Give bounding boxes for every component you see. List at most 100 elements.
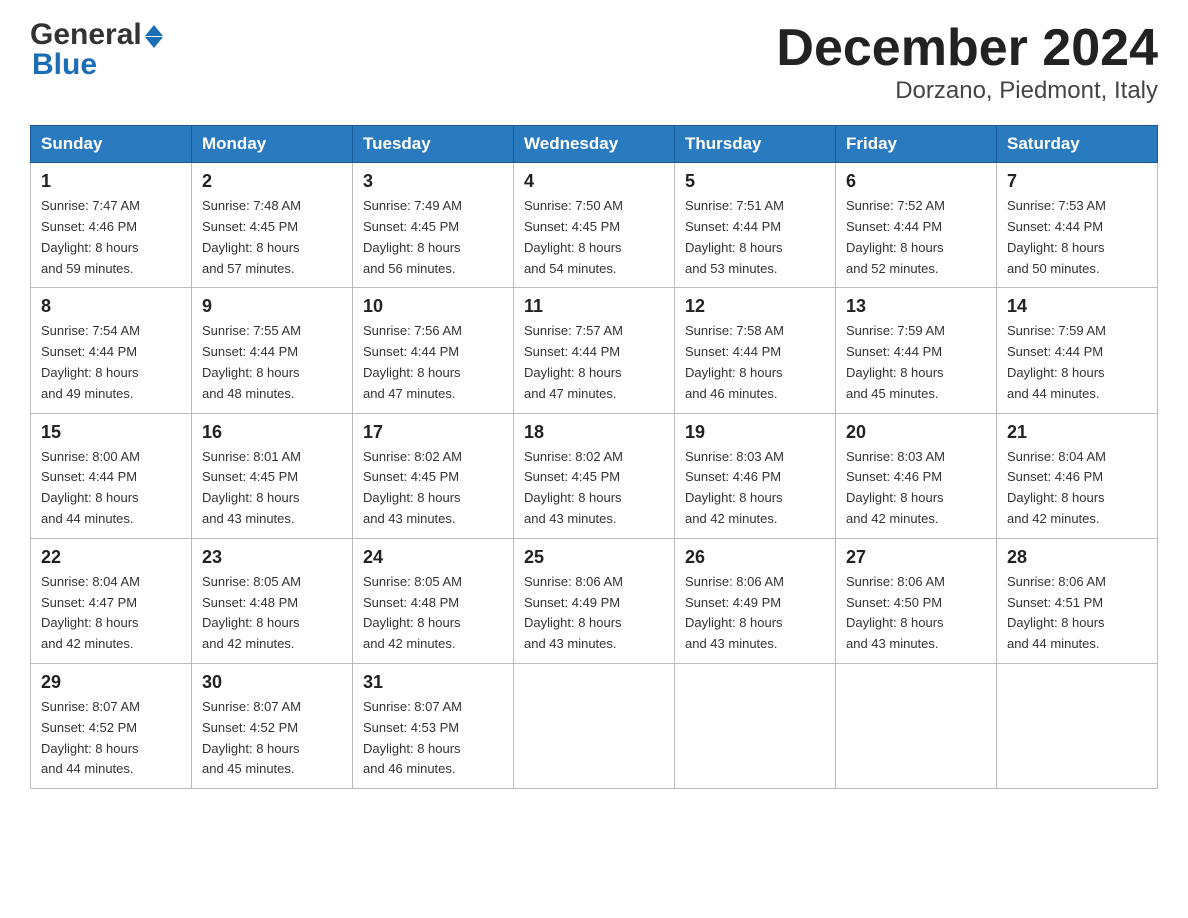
table-row bbox=[675, 663, 836, 788]
title-section: December 2024 Dorzano, Piedmont, Italy bbox=[776, 20, 1158, 105]
table-row: 24 Sunrise: 8:05 AM Sunset: 4:48 PM Dayl… bbox=[353, 538, 514, 663]
table-row: 15 Sunrise: 8:00 AM Sunset: 4:44 PM Dayl… bbox=[31, 413, 192, 538]
day-info: Sunrise: 7:49 AM Sunset: 4:45 PM Dayligh… bbox=[363, 196, 503, 279]
calendar-title: December 2024 bbox=[776, 20, 1158, 77]
table-row: 11 Sunrise: 7:57 AM Sunset: 4:44 PM Dayl… bbox=[514, 288, 675, 413]
day-info: Sunrise: 8:02 AM Sunset: 4:45 PM Dayligh… bbox=[524, 447, 664, 530]
table-row: 29 Sunrise: 8:07 AM Sunset: 4:52 PM Dayl… bbox=[31, 663, 192, 788]
day-number: 27 bbox=[846, 547, 986, 568]
day-info: Sunrise: 8:06 AM Sunset: 4:51 PM Dayligh… bbox=[1007, 572, 1147, 655]
calendar-week-row: 29 Sunrise: 8:07 AM Sunset: 4:52 PM Dayl… bbox=[31, 663, 1158, 788]
table-row: 26 Sunrise: 8:06 AM Sunset: 4:49 PM Dayl… bbox=[675, 538, 836, 663]
day-info: Sunrise: 8:05 AM Sunset: 4:48 PM Dayligh… bbox=[202, 572, 342, 655]
day-info: Sunrise: 8:00 AM Sunset: 4:44 PM Dayligh… bbox=[41, 447, 181, 530]
day-info: Sunrise: 7:51 AM Sunset: 4:44 PM Dayligh… bbox=[685, 196, 825, 279]
table-row bbox=[836, 663, 997, 788]
table-row: 7 Sunrise: 7:53 AM Sunset: 4:44 PM Dayli… bbox=[997, 163, 1158, 288]
table-row: 31 Sunrise: 8:07 AM Sunset: 4:53 PM Dayl… bbox=[353, 663, 514, 788]
day-info: Sunrise: 8:01 AM Sunset: 4:45 PM Dayligh… bbox=[202, 447, 342, 530]
day-number: 15 bbox=[41, 422, 181, 443]
table-row: 18 Sunrise: 8:02 AM Sunset: 4:45 PM Dayl… bbox=[514, 413, 675, 538]
logo: General Blue bbox=[30, 20, 163, 80]
day-number: 14 bbox=[1007, 296, 1147, 317]
table-row: 27 Sunrise: 8:06 AM Sunset: 4:50 PM Dayl… bbox=[836, 538, 997, 663]
table-row: 2 Sunrise: 7:48 AM Sunset: 4:45 PM Dayli… bbox=[192, 163, 353, 288]
calendar-week-row: 8 Sunrise: 7:54 AM Sunset: 4:44 PM Dayli… bbox=[31, 288, 1158, 413]
table-row: 14 Sunrise: 7:59 AM Sunset: 4:44 PM Dayl… bbox=[997, 288, 1158, 413]
day-info: Sunrise: 8:06 AM Sunset: 4:50 PM Dayligh… bbox=[846, 572, 986, 655]
day-number: 26 bbox=[685, 547, 825, 568]
table-row: 5 Sunrise: 7:51 AM Sunset: 4:44 PM Dayli… bbox=[675, 163, 836, 288]
day-number: 6 bbox=[846, 171, 986, 192]
day-info: Sunrise: 7:58 AM Sunset: 4:44 PM Dayligh… bbox=[685, 321, 825, 404]
calendar-table: Sunday Monday Tuesday Wednesday Thursday… bbox=[30, 125, 1158, 789]
day-number: 21 bbox=[1007, 422, 1147, 443]
day-info: Sunrise: 8:07 AM Sunset: 4:53 PM Dayligh… bbox=[363, 697, 503, 780]
day-info: Sunrise: 7:57 AM Sunset: 4:44 PM Dayligh… bbox=[524, 321, 664, 404]
day-info: Sunrise: 8:04 AM Sunset: 4:46 PM Dayligh… bbox=[1007, 447, 1147, 530]
day-info: Sunrise: 7:59 AM Sunset: 4:44 PM Dayligh… bbox=[846, 321, 986, 404]
day-number: 11 bbox=[524, 296, 664, 317]
logo-general-text: General bbox=[30, 20, 142, 50]
day-info: Sunrise: 7:52 AM Sunset: 4:44 PM Dayligh… bbox=[846, 196, 986, 279]
day-info: Sunrise: 8:06 AM Sunset: 4:49 PM Dayligh… bbox=[524, 572, 664, 655]
table-row: 16 Sunrise: 8:01 AM Sunset: 4:45 PM Dayl… bbox=[192, 413, 353, 538]
header-friday: Friday bbox=[836, 126, 997, 163]
day-number: 5 bbox=[685, 171, 825, 192]
table-row: 13 Sunrise: 7:59 AM Sunset: 4:44 PM Dayl… bbox=[836, 288, 997, 413]
day-number: 23 bbox=[202, 547, 342, 568]
table-row: 10 Sunrise: 7:56 AM Sunset: 4:44 PM Dayl… bbox=[353, 288, 514, 413]
day-number: 20 bbox=[846, 422, 986, 443]
table-row: 19 Sunrise: 8:03 AM Sunset: 4:46 PM Dayl… bbox=[675, 413, 836, 538]
header-sunday: Sunday bbox=[31, 126, 192, 163]
day-info: Sunrise: 8:05 AM Sunset: 4:48 PM Dayligh… bbox=[363, 572, 503, 655]
header-tuesday: Tuesday bbox=[353, 126, 514, 163]
table-row: 3 Sunrise: 7:49 AM Sunset: 4:45 PM Dayli… bbox=[353, 163, 514, 288]
day-number: 16 bbox=[202, 422, 342, 443]
calendar-week-row: 1 Sunrise: 7:47 AM Sunset: 4:46 PM Dayli… bbox=[31, 163, 1158, 288]
table-row: 4 Sunrise: 7:50 AM Sunset: 4:45 PM Dayli… bbox=[514, 163, 675, 288]
day-number: 30 bbox=[202, 672, 342, 693]
day-number: 28 bbox=[1007, 547, 1147, 568]
table-row bbox=[514, 663, 675, 788]
day-info: Sunrise: 8:06 AM Sunset: 4:49 PM Dayligh… bbox=[685, 572, 825, 655]
header-thursday: Thursday bbox=[675, 126, 836, 163]
day-info: Sunrise: 8:03 AM Sunset: 4:46 PM Dayligh… bbox=[685, 447, 825, 530]
header-monday: Monday bbox=[192, 126, 353, 163]
day-number: 12 bbox=[685, 296, 825, 317]
day-info: Sunrise: 7:54 AM Sunset: 4:44 PM Dayligh… bbox=[41, 321, 181, 404]
calendar-week-row: 15 Sunrise: 8:00 AM Sunset: 4:44 PM Dayl… bbox=[31, 413, 1158, 538]
day-number: 2 bbox=[202, 171, 342, 192]
table-row: 28 Sunrise: 8:06 AM Sunset: 4:51 PM Dayl… bbox=[997, 538, 1158, 663]
table-row: 25 Sunrise: 8:06 AM Sunset: 4:49 PM Dayl… bbox=[514, 538, 675, 663]
logo-arrow-icon bbox=[145, 25, 163, 48]
page-header: General Blue December 2024 Dorzano, Pied… bbox=[30, 20, 1158, 105]
header-wednesday: Wednesday bbox=[514, 126, 675, 163]
day-info: Sunrise: 7:59 AM Sunset: 4:44 PM Dayligh… bbox=[1007, 321, 1147, 404]
day-info: Sunrise: 8:03 AM Sunset: 4:46 PM Dayligh… bbox=[846, 447, 986, 530]
day-number: 19 bbox=[685, 422, 825, 443]
day-number: 31 bbox=[363, 672, 503, 693]
day-info: Sunrise: 7:56 AM Sunset: 4:44 PM Dayligh… bbox=[363, 321, 503, 404]
day-info: Sunrise: 8:07 AM Sunset: 4:52 PM Dayligh… bbox=[202, 697, 342, 780]
day-number: 17 bbox=[363, 422, 503, 443]
day-info: Sunrise: 7:47 AM Sunset: 4:46 PM Dayligh… bbox=[41, 196, 181, 279]
day-number: 18 bbox=[524, 422, 664, 443]
table-row bbox=[997, 663, 1158, 788]
table-row: 20 Sunrise: 8:03 AM Sunset: 4:46 PM Dayl… bbox=[836, 413, 997, 538]
day-number: 22 bbox=[41, 547, 181, 568]
day-number: 4 bbox=[524, 171, 664, 192]
calendar-week-row: 22 Sunrise: 8:04 AM Sunset: 4:47 PM Dayl… bbox=[31, 538, 1158, 663]
table-row: 8 Sunrise: 7:54 AM Sunset: 4:44 PM Dayli… bbox=[31, 288, 192, 413]
day-info: Sunrise: 8:04 AM Sunset: 4:47 PM Dayligh… bbox=[41, 572, 181, 655]
day-info: Sunrise: 7:50 AM Sunset: 4:45 PM Dayligh… bbox=[524, 196, 664, 279]
day-info: Sunrise: 7:48 AM Sunset: 4:45 PM Dayligh… bbox=[202, 196, 342, 279]
table-row: 1 Sunrise: 7:47 AM Sunset: 4:46 PM Dayli… bbox=[31, 163, 192, 288]
table-row: 30 Sunrise: 8:07 AM Sunset: 4:52 PM Dayl… bbox=[192, 663, 353, 788]
day-number: 29 bbox=[41, 672, 181, 693]
table-row: 12 Sunrise: 7:58 AM Sunset: 4:44 PM Dayl… bbox=[675, 288, 836, 413]
day-info: Sunrise: 8:02 AM Sunset: 4:45 PM Dayligh… bbox=[363, 447, 503, 530]
day-number: 24 bbox=[363, 547, 503, 568]
table-row: 9 Sunrise: 7:55 AM Sunset: 4:44 PM Dayli… bbox=[192, 288, 353, 413]
calendar-header-row: Sunday Monday Tuesday Wednesday Thursday… bbox=[31, 126, 1158, 163]
